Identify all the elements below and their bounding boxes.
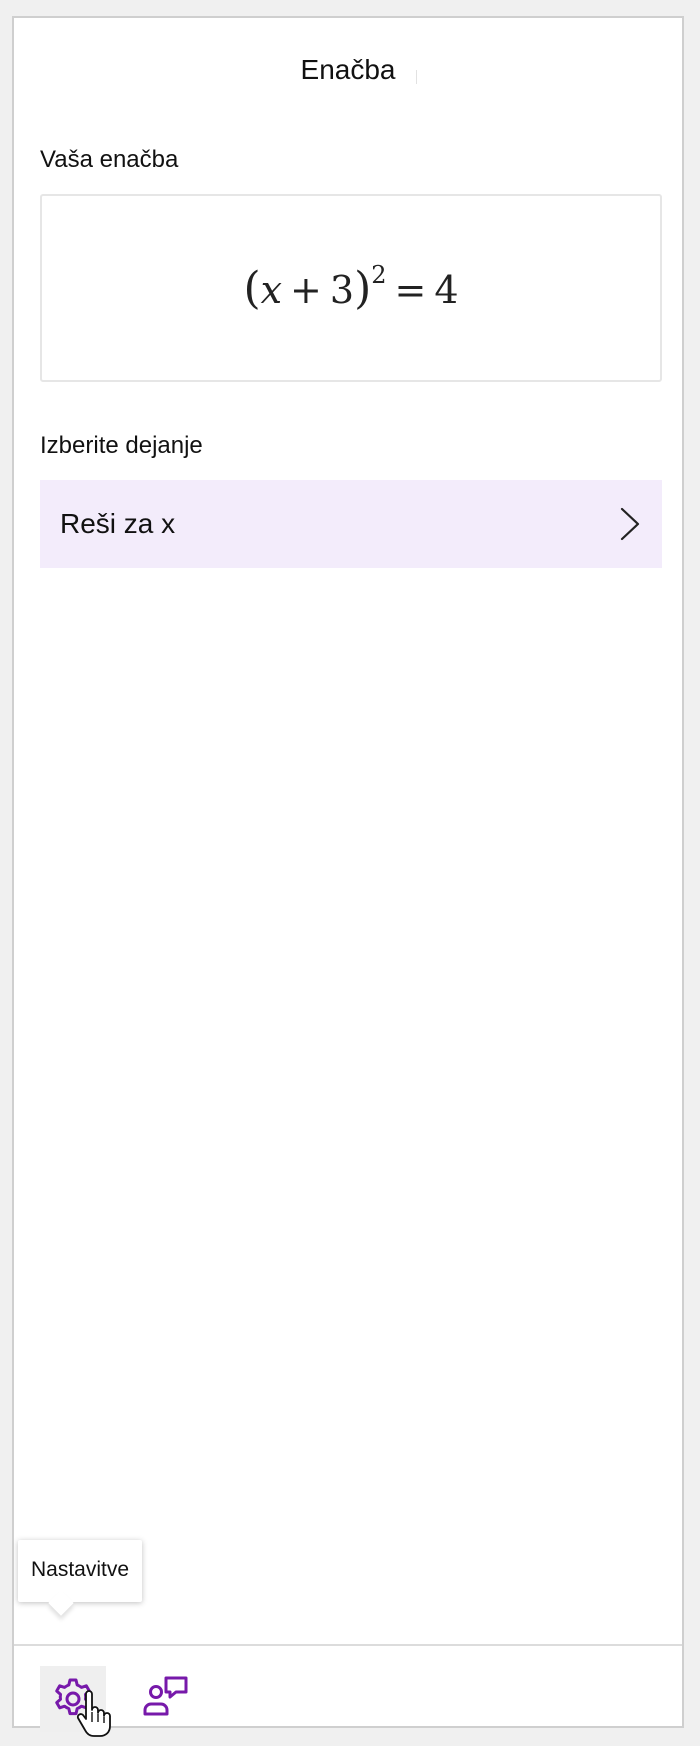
eq-exponent: 2 [371, 260, 387, 289]
equation-label: Vaša enačba [40, 146, 179, 173]
equation-display: (x +3)2 = 4 [243, 260, 459, 314]
eq-plus: + [290, 267, 322, 312]
hand-cursor-icon [76, 1690, 111, 1737]
eq-constant: 3 [329, 267, 355, 312]
bottom-toolbar [14, 1644, 682, 1737]
solve-for-x-button[interactable]: Reši za x [40, 480, 662, 568]
eq-equals: = [394, 267, 427, 312]
title-caret [416, 70, 417, 84]
feedback-icon[interactable] [142, 1674, 190, 1718]
solve-for-x-label: Reši za x [60, 508, 176, 539]
app-window: Enačba Vaša enačba (x +3)2 = 4 Izberite dej… [0, 0, 700, 1746]
panel-title: Enačba [300, 54, 396, 85]
eq-lparen: ( [243, 262, 261, 314]
math-panel: Enačba Vaša enačba (x +3)2 = 4 Izberite dej… [12, 16, 684, 1737]
equation-box: (x +3)2 = 4 [40, 194, 662, 382]
action-label: Izberite dejanje [40, 432, 203, 459]
eq-variable: x [260, 267, 283, 312]
eq-rparen: ) [354, 262, 372, 314]
chevron-right-icon [620, 507, 640, 541]
settings-button[interactable] [40, 1666, 111, 1737]
settings-tooltip-text: Nastavitve [30, 1558, 130, 1581]
eq-rhs: 4 [434, 267, 459, 312]
settings-tooltip: Nastavitve [18, 1540, 142, 1602]
